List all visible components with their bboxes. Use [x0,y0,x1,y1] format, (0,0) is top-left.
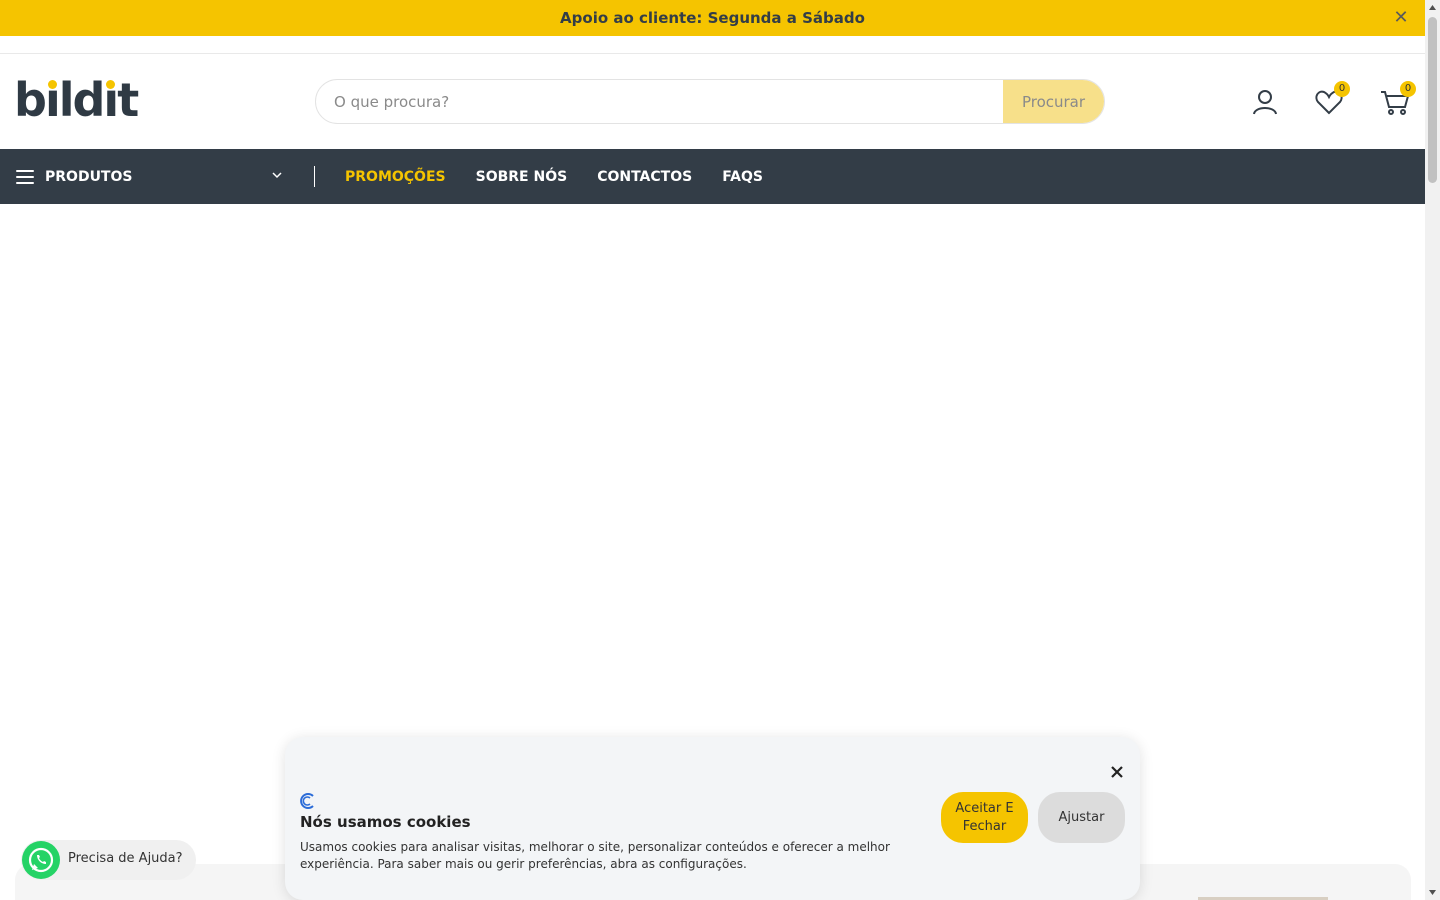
scrollbar-thumb[interactable] [1428,17,1437,183]
whatsapp-icon [22,841,60,879]
scroll-down-icon[interactable] [1428,888,1437,897]
whatsapp-help-button[interactable]: Precisa de Ajuda? [21,840,196,880]
wishlist-icon[interactable]: 0 [1314,81,1350,117]
page: Apoio ao cliente: Segunda a Sábado ✕ bı l… [0,0,1425,900]
main-nav: PRODUTOS PROMOÇÕES SOBRE NÓS CONTACTOS F… [0,149,1425,204]
close-icon[interactable]: ✕ [1393,9,1409,27]
logo[interactable]: bı ldı t [14,73,139,127]
products-menu-toggle[interactable]: PRODUTOS [16,149,286,204]
announcement-bar: Apoio ao cliente: Segunda a Sábado ✕ [0,0,1425,36]
products-label: PRODUTOS [45,168,133,185]
scrollbar[interactable] [1425,0,1440,900]
accept-cookies-button[interactable]: Aceitar E Fechar [941,792,1028,843]
account-icon[interactable] [1250,87,1280,117]
menu-icon [16,169,34,184]
site-header: bıldıt Procurar 0 0 [0,54,1425,149]
whatsapp-label: Precisa de Ajuda? [68,851,183,866]
wishlist-count-badge: 0 [1334,81,1350,97]
logo-text: bı ldı t [14,73,139,127]
scroll-up-icon[interactable] [1428,3,1437,12]
nav-separator [314,166,315,187]
cookie-logo-icon [300,793,314,809]
cookie-text: Usamos cookies para analisar visitas, me… [300,840,890,871]
close-icon[interactable] [1110,765,1124,779]
cart-count-badge: 0 [1400,81,1416,97]
nav-link-sobre-nos[interactable]: SOBRE NÓS [476,169,568,185]
search-bar: Procurar [315,79,1105,124]
cookie-banner: Nós usamos cookies Usamos cookies para a… [285,737,1140,900]
chevron-down-icon [272,172,282,179]
nav-links: PROMOÇÕES SOBRE NÓS CONTACTOS FAQS [345,149,793,204]
search-input[interactable] [316,80,1004,123]
cart-icon[interactable]: 0 [1380,81,1416,117]
cookie-title: Nós usamos cookies [300,813,471,831]
nav-link-faqs[interactable]: FAQS [722,169,763,185]
announcement-text: Apoio ao cliente: Segunda a Sábado [560,9,865,27]
nav-link-promocoes[interactable]: PROMOÇÕES [345,169,446,185]
adjust-cookies-button[interactable]: Ajustar [1038,792,1125,843]
nav-link-contactos[interactable]: CONTACTOS [597,169,692,185]
search-button[interactable]: Procurar [1003,80,1104,123]
